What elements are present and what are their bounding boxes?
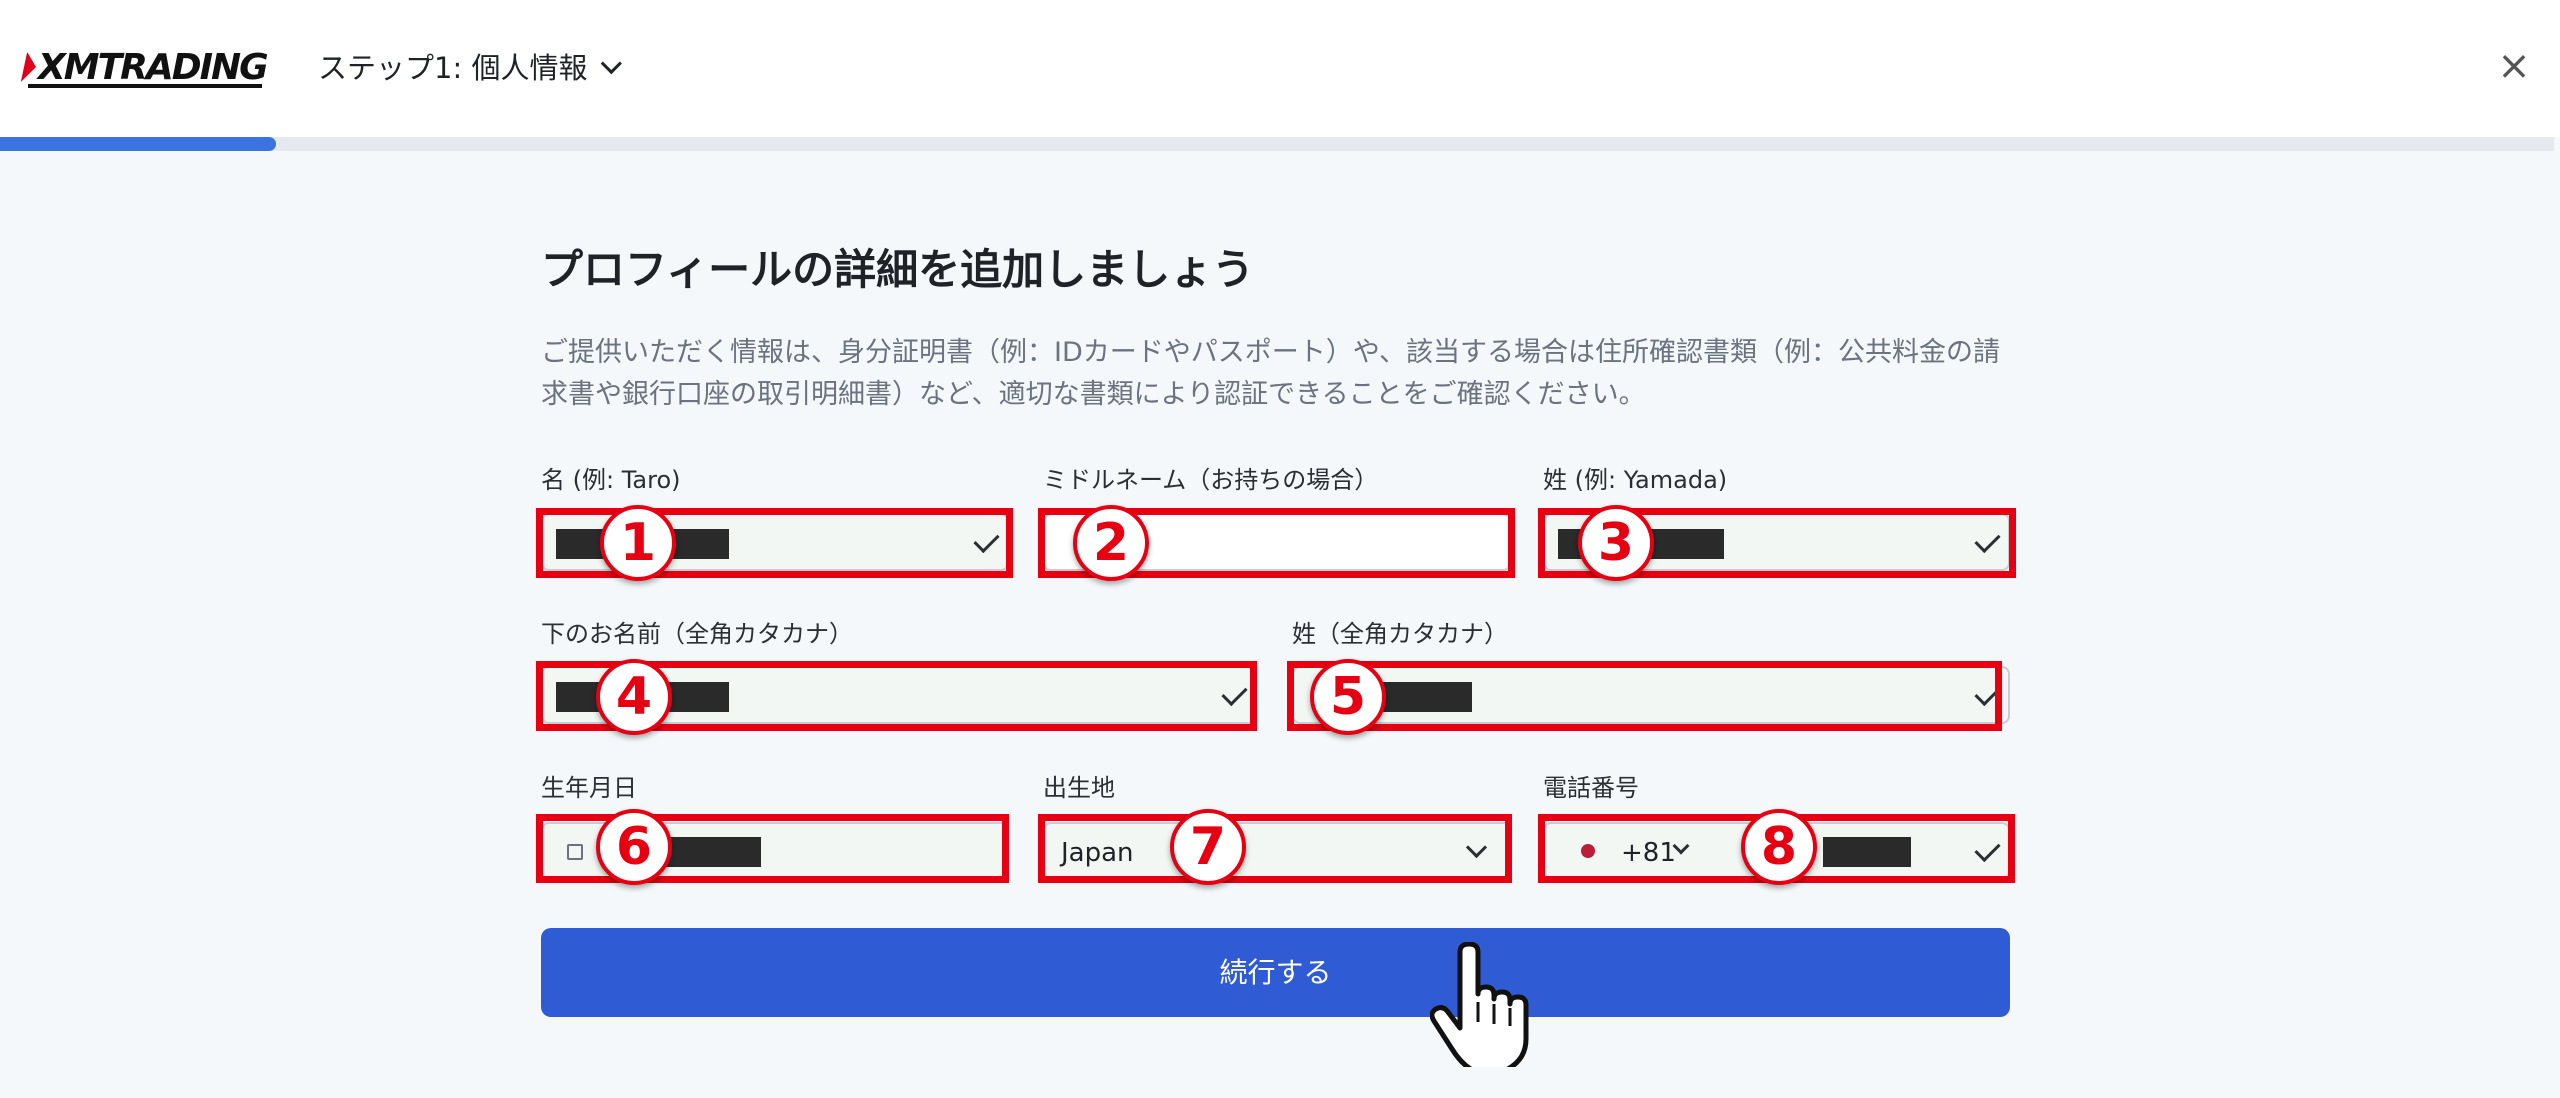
logo-underline	[28, 84, 262, 88]
annotation-badge-4: 4	[596, 659, 672, 735]
annotation-badge-2: 2	[1073, 505, 1149, 581]
annotation-badge-6: 6	[596, 809, 672, 885]
progress-bar	[0, 137, 2554, 151]
last-name-label: 姓 (例: Yamada)	[1543, 466, 1728, 494]
country-code[interactable]: +81	[1621, 838, 1676, 868]
middle-name-label: ミドルネーム（お持ちの場合）	[1043, 466, 1379, 494]
annotation-badge-8: 8	[1741, 809, 1817, 885]
page-description: ご提供いただく情報は、身分証明書（例：IDカードやパスポート）や、該当する場合は…	[541, 337, 2000, 410]
progress-fill	[0, 137, 276, 151]
birth-place-select[interactable]: Japan	[1043, 822, 1511, 880]
last-name-kana-input[interactable]	[1292, 666, 2010, 724]
first-name-label: 名 (例: Taro)	[541, 466, 681, 494]
birth-place-label: 出生地	[1043, 774, 1115, 802]
continue-button[interactable]: 続行する	[541, 928, 2010, 1017]
logo-text: XMTRADING	[38, 46, 269, 88]
calendar-icon	[567, 844, 583, 860]
annotation-badge-7: 7	[1170, 809, 1246, 885]
check-icon	[973, 526, 1000, 554]
first-name-kana-label: 下のお名前（全角カタカナ）	[541, 620, 853, 648]
birth-date-label: 生年月日	[541, 774, 637, 802]
chevron-down-icon	[1465, 836, 1488, 859]
redacted-value	[1823, 837, 1911, 867]
header: XMTRADING ステップ1: 個人情報 ×	[0, 0, 2560, 137]
phone-label: 電話番号	[1543, 774, 1639, 802]
xm-logo[interactable]: XMTRADING	[20, 46, 269, 88]
annotation-badge-5: 5	[1310, 659, 1386, 735]
check-icon	[1974, 835, 2001, 863]
logo-mark-icon	[20, 52, 40, 82]
annotation-badge-1: 1	[600, 505, 676, 581]
annotation-badge-3: 3	[1578, 505, 1654, 581]
birth-place-value: Japan	[1061, 838, 1134, 868]
step-label: ステップ1: 個人情報	[318, 51, 588, 85]
close-icon[interactable]: ×	[2496, 44, 2532, 88]
last-name-kana-label: 姓（全角カタカナ）	[1292, 620, 1508, 648]
pointer-hand-icon	[1430, 942, 1529, 1067]
chevron-down-icon	[601, 52, 623, 74]
check-icon	[1974, 526, 2001, 554]
check-icon	[1974, 679, 2001, 707]
page-title: プロフィールの詳細を追加しましょう	[541, 245, 1255, 294]
check-icon	[1221, 679, 1248, 707]
japan-flag-icon	[1581, 844, 1595, 858]
step-selector[interactable]: ステップ1: 個人情報	[318, 44, 623, 88]
